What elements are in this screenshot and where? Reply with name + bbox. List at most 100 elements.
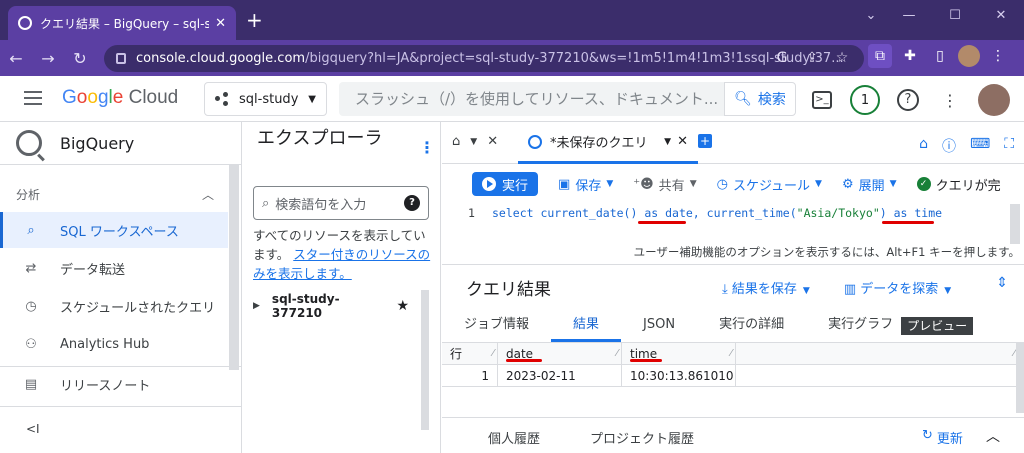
tab-execution-details[interactable]: 実行の詳細 (697, 309, 806, 342)
sql-editor[interactable]: 1 select current_date() as date, current… (442, 204, 1024, 264)
tree-project-row[interactable]: ▶ sql-study-377210 ★ ⋮ (253, 292, 433, 320)
save-button[interactable]: ▣ 保存 ▼ (558, 175, 613, 194)
bookmark-star-icon[interactable]: ☆ (832, 45, 852, 72)
extension-icon[interactable]: ⧉ (868, 44, 892, 68)
left-navigation: BigQuery 分析 ︿ ⌕ SQL ワークスペース ⇄ データ転送 ◷ スケ… (0, 122, 242, 453)
notifications-badge[interactable]: 1 (850, 85, 880, 115)
share-icon[interactable]: ⇪ (802, 45, 822, 72)
fullscreen-icon[interactable]: ⛶ (1004, 136, 1014, 156)
workspace-actions: ⌂ ⓘ ⌨ ⛶ (919, 136, 1014, 156)
explorer-more-icon[interactable]: ⋮ (419, 138, 435, 157)
sql-code[interactable]: select current_date() as date, current_t… (492, 206, 942, 220)
cloud-shell-button[interactable]: >_ (808, 86, 836, 114)
info-icon[interactable]: ⓘ (942, 136, 956, 156)
chrome-menu-icon[interactable]: ⋮ (986, 44, 1010, 68)
help-icon[interactable]: ? (404, 195, 420, 211)
hamburger-menu-icon[interactable] (24, 91, 42, 105)
refresh-button[interactable]: ↻ 更新 (922, 428, 963, 447)
tab-search-icon[interactable]: ⌄ (856, 0, 886, 32)
expand-collapse-icon[interactable]: ⇕ (996, 275, 1008, 291)
close-icon[interactable]: ✕ (487, 134, 498, 149)
schedule-button[interactable]: ◷ スケジュール ▼ (717, 175, 822, 194)
tab-json[interactable]: JSON (621, 309, 697, 342)
tab-label: *未保存のクエリ (550, 136, 648, 151)
share-button[interactable]: ⁺☻ 共有 ▼ (633, 175, 696, 194)
sidebar-scrollbar[interactable] (229, 164, 239, 370)
person-add-icon: ⁺☻ (633, 176, 654, 192)
caret-down-icon[interactable]: ▼ (664, 137, 671, 147)
profile-avatar[interactable] (958, 45, 980, 67)
cell-date[interactable]: 2023-02-11 (498, 365, 622, 386)
new-tab-button[interactable]: + (246, 10, 263, 30)
sidebar-item-release-notes[interactable]: ▤ リリースノート (0, 366, 228, 402)
address-bar[interactable]: console.cloud.google.com /bigquery?hl=JA… (104, 45, 864, 72)
close-tab-icon[interactable]: ✕ (215, 16, 226, 31)
extensions-area: ⧉ ✚ ▯ ⋮ (868, 44, 1010, 68)
gear-icon: ⚙ (841, 176, 854, 192)
browser-tab-active[interactable]: クエリ結果 – BigQuery – sql-study ✕ (8, 6, 236, 40)
star-icon[interactable]: ★ (396, 298, 409, 314)
search-input[interactable]: スラッシュ（/）を使用してリソース、ドキュメント... (339, 82, 724, 116)
collapse-nav-button[interactable]: <I (26, 422, 40, 436)
puzzle-icon[interactable]: ✚ (898, 44, 922, 68)
minimize-button[interactable]: — (886, 0, 932, 32)
close-icon[interactable]: ✕ (677, 134, 688, 149)
tab-unsaved-query[interactable]: *未保存のクエリ ▼ ✕ (518, 122, 698, 164)
deploy-button[interactable]: ⚙ 展開 ▼ (842, 175, 897, 194)
reload-icon[interactable]: ↻ (64, 49, 96, 68)
url-path: /bigquery?hl=JA&project=sql-study-377210… (305, 51, 844, 66)
back-icon[interactable]: ← (0, 49, 32, 68)
home-icon[interactable]: ⌂ (919, 136, 928, 156)
explore-data-button[interactable]: ▥ データを探索 ▼ (844, 278, 951, 297)
sidepanel-icon[interactable]: ▯ (928, 44, 952, 68)
forward-icon[interactable]: → (32, 49, 64, 68)
caret-down-icon: ▼ (606, 179, 614, 189)
tree-project-name: sql-study-377210 (271, 292, 340, 320)
project-history-tab[interactable]: プロジェクト履歴 (590, 428, 694, 447)
nav-section-analysis[interactable]: 分析 ︿ (16, 186, 214, 203)
explorer-search-input[interactable]: ⌕ 検索語句を入力 ? (253, 186, 429, 220)
google-lens-icon[interactable]: G (772, 45, 792, 72)
explorer-search-placeholder: 検索語句を入力 (275, 197, 367, 213)
add-tab-icon[interactable]: + (698, 134, 712, 148)
close-window-button[interactable]: ✕ (978, 0, 1024, 32)
tab-results[interactable]: 結果 (551, 309, 622, 342)
bigquery-icon (16, 130, 42, 156)
sidebar-item-sql-workspace[interactable]: ⌕ SQL ワークスペース (0, 212, 228, 248)
keyboard-icon[interactable]: ⌨ (970, 136, 990, 156)
red-annotation-underline (638, 221, 686, 224)
results-scrollbar[interactable] (1016, 343, 1024, 413)
project-selector[interactable]: sql-study ▼ (204, 82, 327, 116)
cell-time[interactable]: 10:30:13.861010 (622, 365, 736, 386)
maximize-button[interactable]: ☐ (932, 0, 978, 32)
save-icon: ▣ (558, 176, 571, 192)
editor-tabs: ⌂ ▼ ✕ *未保存のクエリ ▼ ✕ + ⌂ ⓘ ⌨ ⛶ (442, 122, 1024, 164)
tab-job-info[interactable]: ジョブ情報 (442, 309, 551, 342)
column-header-empty (736, 343, 1018, 365)
search-button[interactable]: 🔍︎ 検索 (724, 82, 796, 116)
chevron-up-icon[interactable]: ︿ (986, 426, 1000, 446)
terminal-icon: >_ (812, 91, 832, 109)
personal-history-tab[interactable]: 個人履歴 (488, 428, 540, 447)
google-cloud-logo[interactable]: Google Cloud (62, 87, 178, 109)
sidebar-item-analytics-hub[interactable]: ⚇ Analytics Hub (0, 326, 228, 362)
column-header-time[interactable]: time (622, 343, 736, 365)
explorer-scrollbar[interactable] (421, 290, 429, 430)
preview-badge: プレビュー (901, 317, 974, 335)
more-options-icon[interactable]: ⋮ (936, 86, 964, 114)
save-results-button[interactable]: ⤓ 結果を保存 ▼ (722, 278, 810, 297)
divider (0, 406, 242, 407)
sidebar-item-data-transfer[interactable]: ⇄ データ転送 (0, 250, 228, 286)
red-annotation-underline (630, 359, 662, 362)
help-button[interactable]: ? (894, 86, 922, 114)
run-button[interactable]: 実行 (472, 172, 539, 196)
home-tab[interactable]: ⌂ ▼ ✕ (452, 134, 498, 149)
editor-scrollbar[interactable] (1010, 204, 1020, 244)
column-header-date[interactable]: date (498, 343, 622, 365)
table-header: 行 date time (442, 343, 1018, 365)
caret-down-icon[interactable]: ▼ (470, 137, 477, 147)
tab-execution-graph[interactable]: 実行グラフ (806, 309, 915, 342)
expand-arrow-icon[interactable]: ▶ (253, 301, 260, 311)
account-avatar[interactable] (978, 84, 1010, 116)
sidebar-item-scheduled-queries[interactable]: ◷ スケジュールされたクエリ (0, 288, 228, 324)
